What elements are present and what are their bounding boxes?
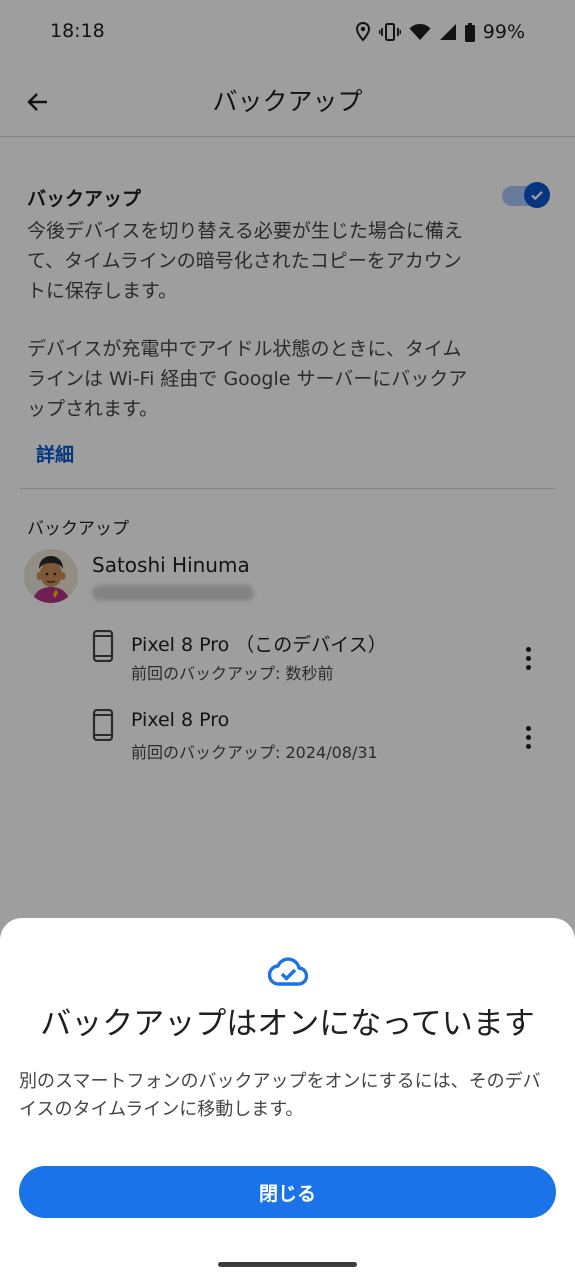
sheet-title: バックアップはオンになっています	[40, 1006, 535, 1042]
home-indicator[interactable]	[218, 1262, 357, 1267]
bottom-sheet: バックアップはオンになっています 別のスマートフォンのバックアップをオンにするに…	[0, 918, 575, 1280]
cloud-check-icon	[268, 957, 308, 986]
screen: 18:18 99% バックアップ バックアップ 今後デバイスを切り替える必要が生…	[0, 0, 575, 1280]
close-button[interactable]: 閉じる	[19, 1166, 556, 1218]
sheet-body: 別のスマートフォンのバックアップをオンにするには、そのデバイスのタイムラインに移…	[19, 1071, 541, 1120]
